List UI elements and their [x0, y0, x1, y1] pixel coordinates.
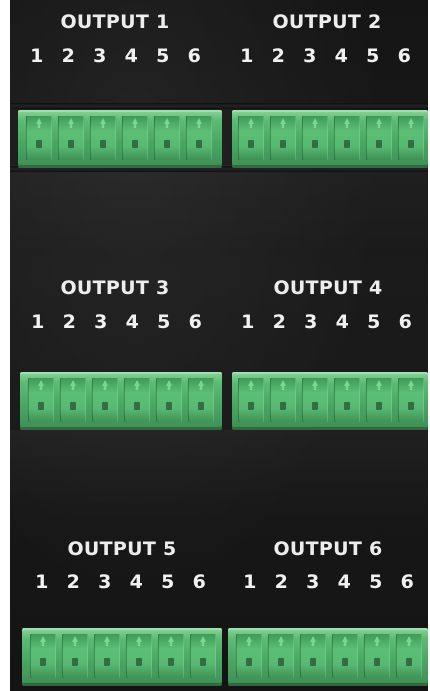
terminal-slot[interactable]	[126, 634, 152, 678]
terminal-slot[interactable]	[332, 634, 358, 678]
output-1-terminal-block[interactable]	[18, 110, 222, 168]
pin-label: 1	[243, 571, 257, 593]
terminal-slot[interactable]	[398, 378, 424, 422]
output-3-terminal-block[interactable]	[20, 372, 222, 430]
pin-label: 5	[366, 45, 380, 67]
terminal-slot[interactable]	[158, 634, 184, 678]
terminal-slot[interactable]	[366, 378, 392, 422]
terminal-slot[interactable]	[300, 634, 326, 678]
pin-label: 5	[156, 45, 170, 67]
output-3-title: OUTPUT 3	[60, 277, 170, 299]
pin-label: 5	[369, 571, 383, 593]
output-3-pin-labels: 1 2 3 4 5 6	[22, 311, 211, 333]
pin-label: 1	[240, 45, 254, 67]
terminal-slot[interactable]	[236, 634, 262, 678]
pin-label: 3	[93, 45, 107, 67]
pin-label: 4	[334, 45, 348, 67]
terminal-slot[interactable]	[28, 378, 54, 422]
pin-label: 6	[398, 311, 412, 333]
pin-label: 1	[241, 311, 255, 333]
output-4-pin-labels: 1 2 3 4 5 6	[232, 311, 421, 333]
output-6-title: OUTPUT 6	[273, 538, 383, 560]
pin-label: 1	[35, 571, 49, 593]
output-5-terminal-block[interactable]	[22, 628, 222, 686]
pin-label: 6	[188, 311, 202, 333]
terminal-slot[interactable]	[270, 116, 296, 160]
terminal-slot[interactable]	[270, 378, 296, 422]
pin-label: 6	[400, 571, 414, 593]
pin-label: 2	[271, 45, 285, 67]
pin-label: 4	[124, 45, 138, 67]
terminal-slot[interactable]	[58, 116, 84, 160]
terminal-slot[interactable]	[190, 634, 216, 678]
terminal-slot[interactable]	[90, 116, 116, 160]
terminal-slot[interactable]	[30, 634, 56, 678]
pin-label: 3	[94, 311, 108, 333]
terminal-slot[interactable]	[302, 116, 328, 160]
pin-label: 5	[367, 311, 381, 333]
pin-label: 6	[187, 45, 201, 67]
output-4-title: OUTPUT 4	[273, 277, 383, 299]
pin-label: 2	[274, 571, 288, 593]
panel-reflection	[10, 430, 428, 520]
pin-label: 2	[62, 311, 76, 333]
output-2-terminal-block[interactable]	[232, 110, 428, 168]
terminal-slot[interactable]	[366, 116, 392, 160]
output-6-terminal-block[interactable]	[228, 628, 428, 686]
pin-label: 6	[397, 45, 411, 67]
terminal-slot[interactable]	[238, 116, 264, 160]
pin-label: 3	[98, 571, 112, 593]
output-6-pin-labels: 1 2 3 4 5 6	[234, 571, 423, 593]
terminal-slot[interactable]	[62, 634, 88, 678]
device-panel: OUTPUT 1 1 2 3 4 5 6 OUTPUT 2 1 2 3 4 5 …	[10, 0, 428, 691]
pin-label: 4	[335, 311, 349, 333]
output-5-pin-labels: 1 2 3 4 5 6	[26, 571, 215, 593]
pin-label: 3	[306, 571, 320, 593]
pin-label: 3	[304, 311, 318, 333]
output-4-terminal-block[interactable]	[232, 372, 428, 430]
output-2-pin-labels: 1 2 3 4 5 6	[231, 45, 420, 67]
terminal-slot[interactable]	[124, 378, 150, 422]
terminal-slot[interactable]	[186, 116, 212, 160]
terminal-slot[interactable]	[398, 116, 424, 160]
pin-label: 4	[129, 571, 143, 593]
output-1-title: OUTPUT 1	[60, 11, 170, 33]
pin-label: 2	[61, 45, 75, 67]
terminal-slot[interactable]	[268, 634, 294, 678]
terminal-slot[interactable]	[26, 116, 52, 160]
terminal-slot[interactable]	[60, 378, 86, 422]
terminal-slot[interactable]	[302, 378, 328, 422]
terminal-slot[interactable]	[122, 116, 148, 160]
pin-label: 4	[337, 571, 351, 593]
terminal-slot[interactable]	[334, 116, 360, 160]
panel-reflection	[10, 165, 428, 255]
terminal-slot[interactable]	[334, 378, 360, 422]
pin-label: 4	[125, 311, 139, 333]
terminal-slot[interactable]	[364, 634, 390, 678]
output-2-title: OUTPUT 2	[272, 11, 382, 33]
pin-label: 1	[31, 311, 45, 333]
pin-label: 3	[303, 45, 317, 67]
terminal-slot[interactable]	[156, 378, 182, 422]
terminal-slot[interactable]	[188, 378, 214, 422]
panel-seam	[10, 103, 428, 109]
output-1-pin-labels: 1 2 3 4 5 6	[21, 45, 210, 67]
terminal-slot[interactable]	[92, 378, 118, 422]
terminal-slot[interactable]	[154, 116, 180, 160]
pin-label: 5	[161, 571, 175, 593]
pin-label: 2	[66, 571, 80, 593]
terminal-slot[interactable]	[238, 378, 264, 422]
pin-label: 5	[157, 311, 171, 333]
pin-label: 2	[272, 311, 286, 333]
terminal-slot[interactable]	[396, 634, 422, 678]
terminal-slot[interactable]	[94, 634, 120, 678]
output-5-title: OUTPUT 5	[67, 538, 177, 560]
pin-label: 1	[30, 45, 44, 67]
pin-label: 6	[192, 571, 206, 593]
